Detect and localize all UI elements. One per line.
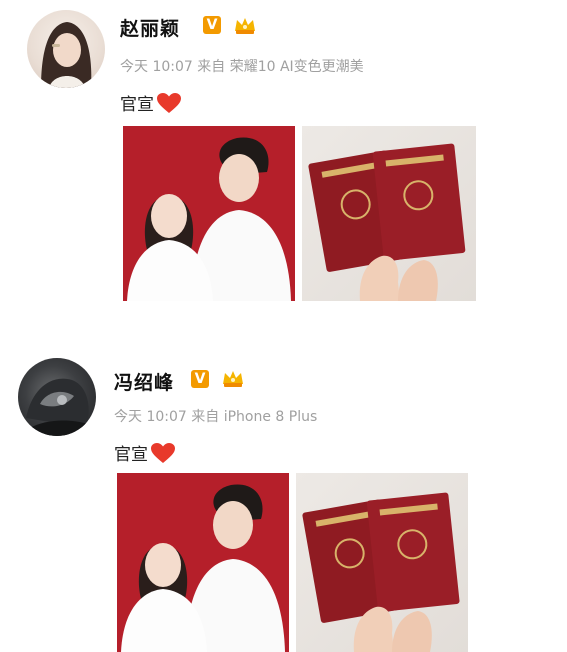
- author-name[interactable]: 冯绍峰: [114, 368, 174, 395]
- post-content: 官宣: [120, 90, 182, 115]
- weibo-post-1: 赵丽颖 V 今天 10:07 来自 荣耀10 AI变色更潮美 官宣: [0, 0, 567, 330]
- marriage-certificate-photo[interactable]: [302, 126, 476, 301]
- couple-illustration: [117, 473, 289, 652]
- author-name[interactable]: 赵丽颖: [120, 14, 180, 41]
- post-text: 官宣: [114, 445, 148, 465]
- crown-icon: [223, 371, 243, 387]
- avatar-portrait: [41, 22, 92, 88]
- couple-photo[interactable]: [123, 126, 295, 301]
- post-content: 官宣: [114, 440, 176, 465]
- couple-illustration: [123, 126, 295, 301]
- crown-icon: [235, 18, 255, 34]
- weibo-post-2: 冯绍峰 V 今天 10:07 来自 iPhone 8 Plus 官宣: [0, 340, 567, 652]
- avatar-portrait: [26, 378, 89, 436]
- heart-icon: [157, 92, 181, 113]
- post-meta: 今天 10:07 来自 iPhone 8 Plus: [114, 409, 318, 425]
- verified-v-icon: V: [191, 370, 209, 388]
- couple-photo[interactable]: [117, 473, 289, 652]
- verified-v-icon: V: [203, 16, 221, 34]
- marriage-certificate-photo[interactable]: [296, 473, 468, 652]
- certificates-illustration: [302, 492, 460, 652]
- avatar[interactable]: [18, 358, 96, 436]
- post-meta: 今天 10:07 来自 荣耀10 AI变色更潮美: [120, 59, 364, 75]
- heart-icon: [151, 442, 175, 463]
- post-text: 官宣: [120, 95, 154, 115]
- avatar[interactable]: [27, 10, 105, 88]
- certificates-illustration: [308, 143, 466, 301]
